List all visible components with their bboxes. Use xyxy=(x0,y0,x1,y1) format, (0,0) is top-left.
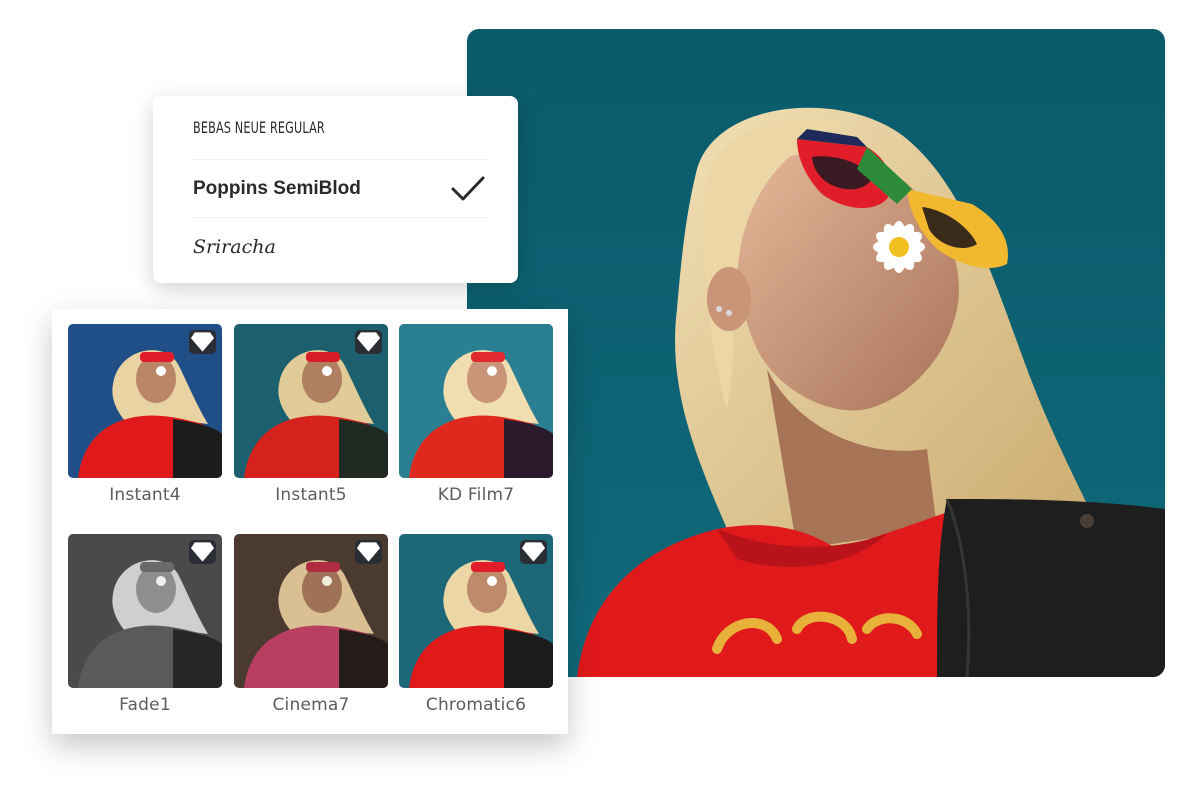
filter-label: Fade1 xyxy=(119,695,171,715)
photo-illustration xyxy=(467,29,1165,677)
filter-tile-instant5[interactable]: Instant5 xyxy=(234,324,388,505)
font-option-label: Sriracha xyxy=(193,236,276,258)
filter-tile-fade1[interactable]: Fade1 xyxy=(68,534,222,715)
font-dropdown-menu: BEBAS NEUE REGULAR Poppins SemiBlod Srir… xyxy=(153,96,518,283)
font-option-label: BEBAS NEUE REGULAR xyxy=(193,118,325,137)
filter-thumbnail xyxy=(234,324,388,478)
filter-thumbnail xyxy=(234,534,388,688)
thumbnail-photo xyxy=(399,324,553,478)
filter-tile-chromatic6[interactable]: Chromatic6 xyxy=(399,534,553,715)
filter-tile-kd-film7[interactable]: KD Film7 xyxy=(399,324,553,505)
font-option-poppins-semiblod[interactable]: Poppins SemiBlod xyxy=(193,160,486,218)
filter-label: Chromatic6 xyxy=(425,695,527,715)
filter-label: Instant5 xyxy=(275,485,347,505)
filter-thumbnail xyxy=(399,324,553,478)
filter-panel: Instant4 Instant5 KD Film7 Fade1 Cinema7… xyxy=(52,309,568,734)
font-option-label: Poppins SemiBlod xyxy=(193,177,361,199)
photo-preview xyxy=(467,29,1165,677)
diamond-icon xyxy=(189,330,216,354)
filter-tile-cinema7[interactable]: Cinema7 xyxy=(234,534,388,715)
filter-label: Cinema7 xyxy=(272,695,350,715)
font-option-bebas-neue[interactable]: BEBAS NEUE REGULAR xyxy=(193,96,486,160)
filter-thumbnail xyxy=(399,534,553,688)
filter-label: KD Film7 xyxy=(437,485,515,505)
diamond-icon xyxy=(520,540,547,564)
diamond-icon xyxy=(355,330,382,354)
checkmark-icon xyxy=(450,175,486,203)
diamond-icon xyxy=(189,540,216,564)
filter-thumbnail xyxy=(68,324,222,478)
diamond-icon xyxy=(355,540,382,564)
filter-label: Instant4 xyxy=(109,485,181,505)
font-option-sriracha[interactable]: Sriracha xyxy=(193,218,486,276)
filter-tile-instant4[interactable]: Instant4 xyxy=(68,324,222,505)
filter-thumbnail xyxy=(68,534,222,688)
